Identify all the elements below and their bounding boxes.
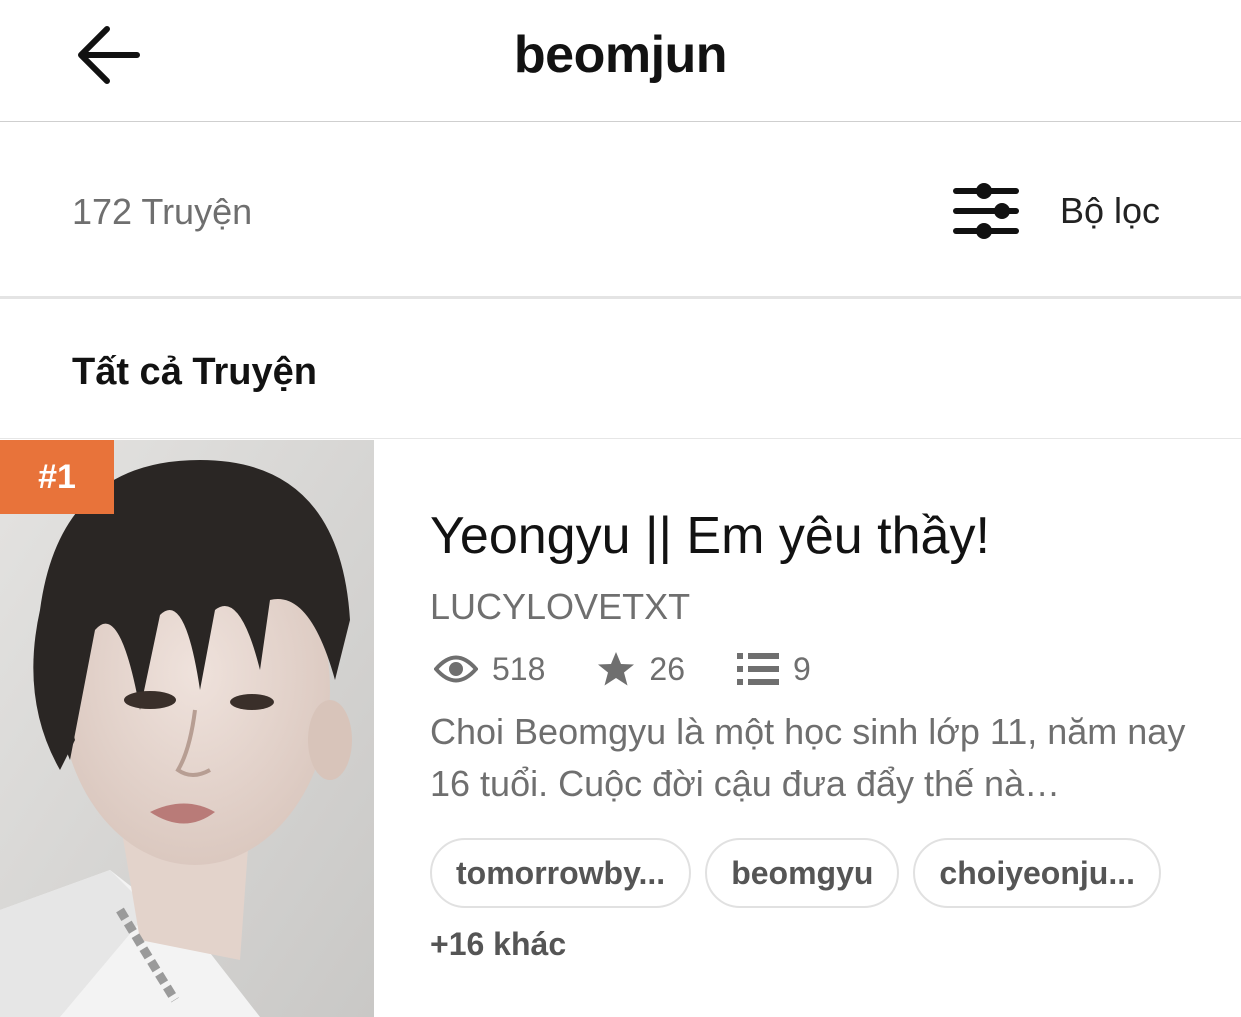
- filter-bar: 172 Truyện Bộ lọc: [0, 123, 1241, 299]
- cover-photo: [0, 440, 374, 1017]
- filter-label: Bộ lọc: [1060, 190, 1161, 231]
- parts-count: 9: [792, 650, 811, 687]
- back-button[interactable]: [66, 20, 146, 90]
- tag-chip[interactable]: beomgyu: [705, 838, 900, 908]
- app-screen: beomjun 172 Truyện Bộ lọc Tất cả Truyện: [0, 0, 1241, 1017]
- tag-chip[interactable]: choiyeonju...: [913, 838, 1161, 908]
- sliders-icon: [953, 183, 1019, 239]
- story-description: Choi Beomgyu là một học sinh lớp 11, năm…: [430, 711, 1186, 804]
- section-header: Tất cả Truyện: [0, 301, 1241, 439]
- eye-icon: [434, 655, 478, 683]
- story-stats: 518 26 9: [434, 645, 863, 693]
- reads-count: 518: [492, 650, 546, 687]
- star-icon: [598, 652, 635, 686]
- more-tags-link[interactable]: +16 khác: [430, 926, 566, 963]
- tag-chip[interactable]: tomorrowby...: [430, 838, 692, 908]
- story-author[interactable]: LUCYLOVETXT: [430, 586, 690, 628]
- story-card[interactable]: #1 Yeongyu || Em yêu thầy! LUCYLOVETXT 5…: [0, 440, 1241, 1017]
- votes-count: 26: [649, 650, 685, 687]
- parts-stat: 9: [736, 650, 811, 688]
- votes-stat: 26: [597, 651, 685, 688]
- list-icon: [736, 653, 779, 685]
- filter-button[interactable]: Bộ lọc: [950, 171, 1180, 251]
- rank-badge: #1: [0, 440, 114, 514]
- reads-stat: 518: [434, 651, 545, 688]
- arrow-left-icon: [78, 26, 140, 84]
- story-count: 172 Truyện: [72, 191, 253, 232]
- top-bar: beomjun: [0, 0, 1241, 122]
- tag-list: tomorrowby... beomgyu choiyeonju...: [430, 838, 1175, 908]
- story-cover-image[interactable]: #1: [0, 440, 374, 1017]
- page-title: beomjun: [513, 25, 728, 84]
- section-title: Tất cả Truyện: [72, 351, 317, 393]
- story-title[interactable]: Yeongyu || Em yêu thầy!: [430, 506, 990, 566]
